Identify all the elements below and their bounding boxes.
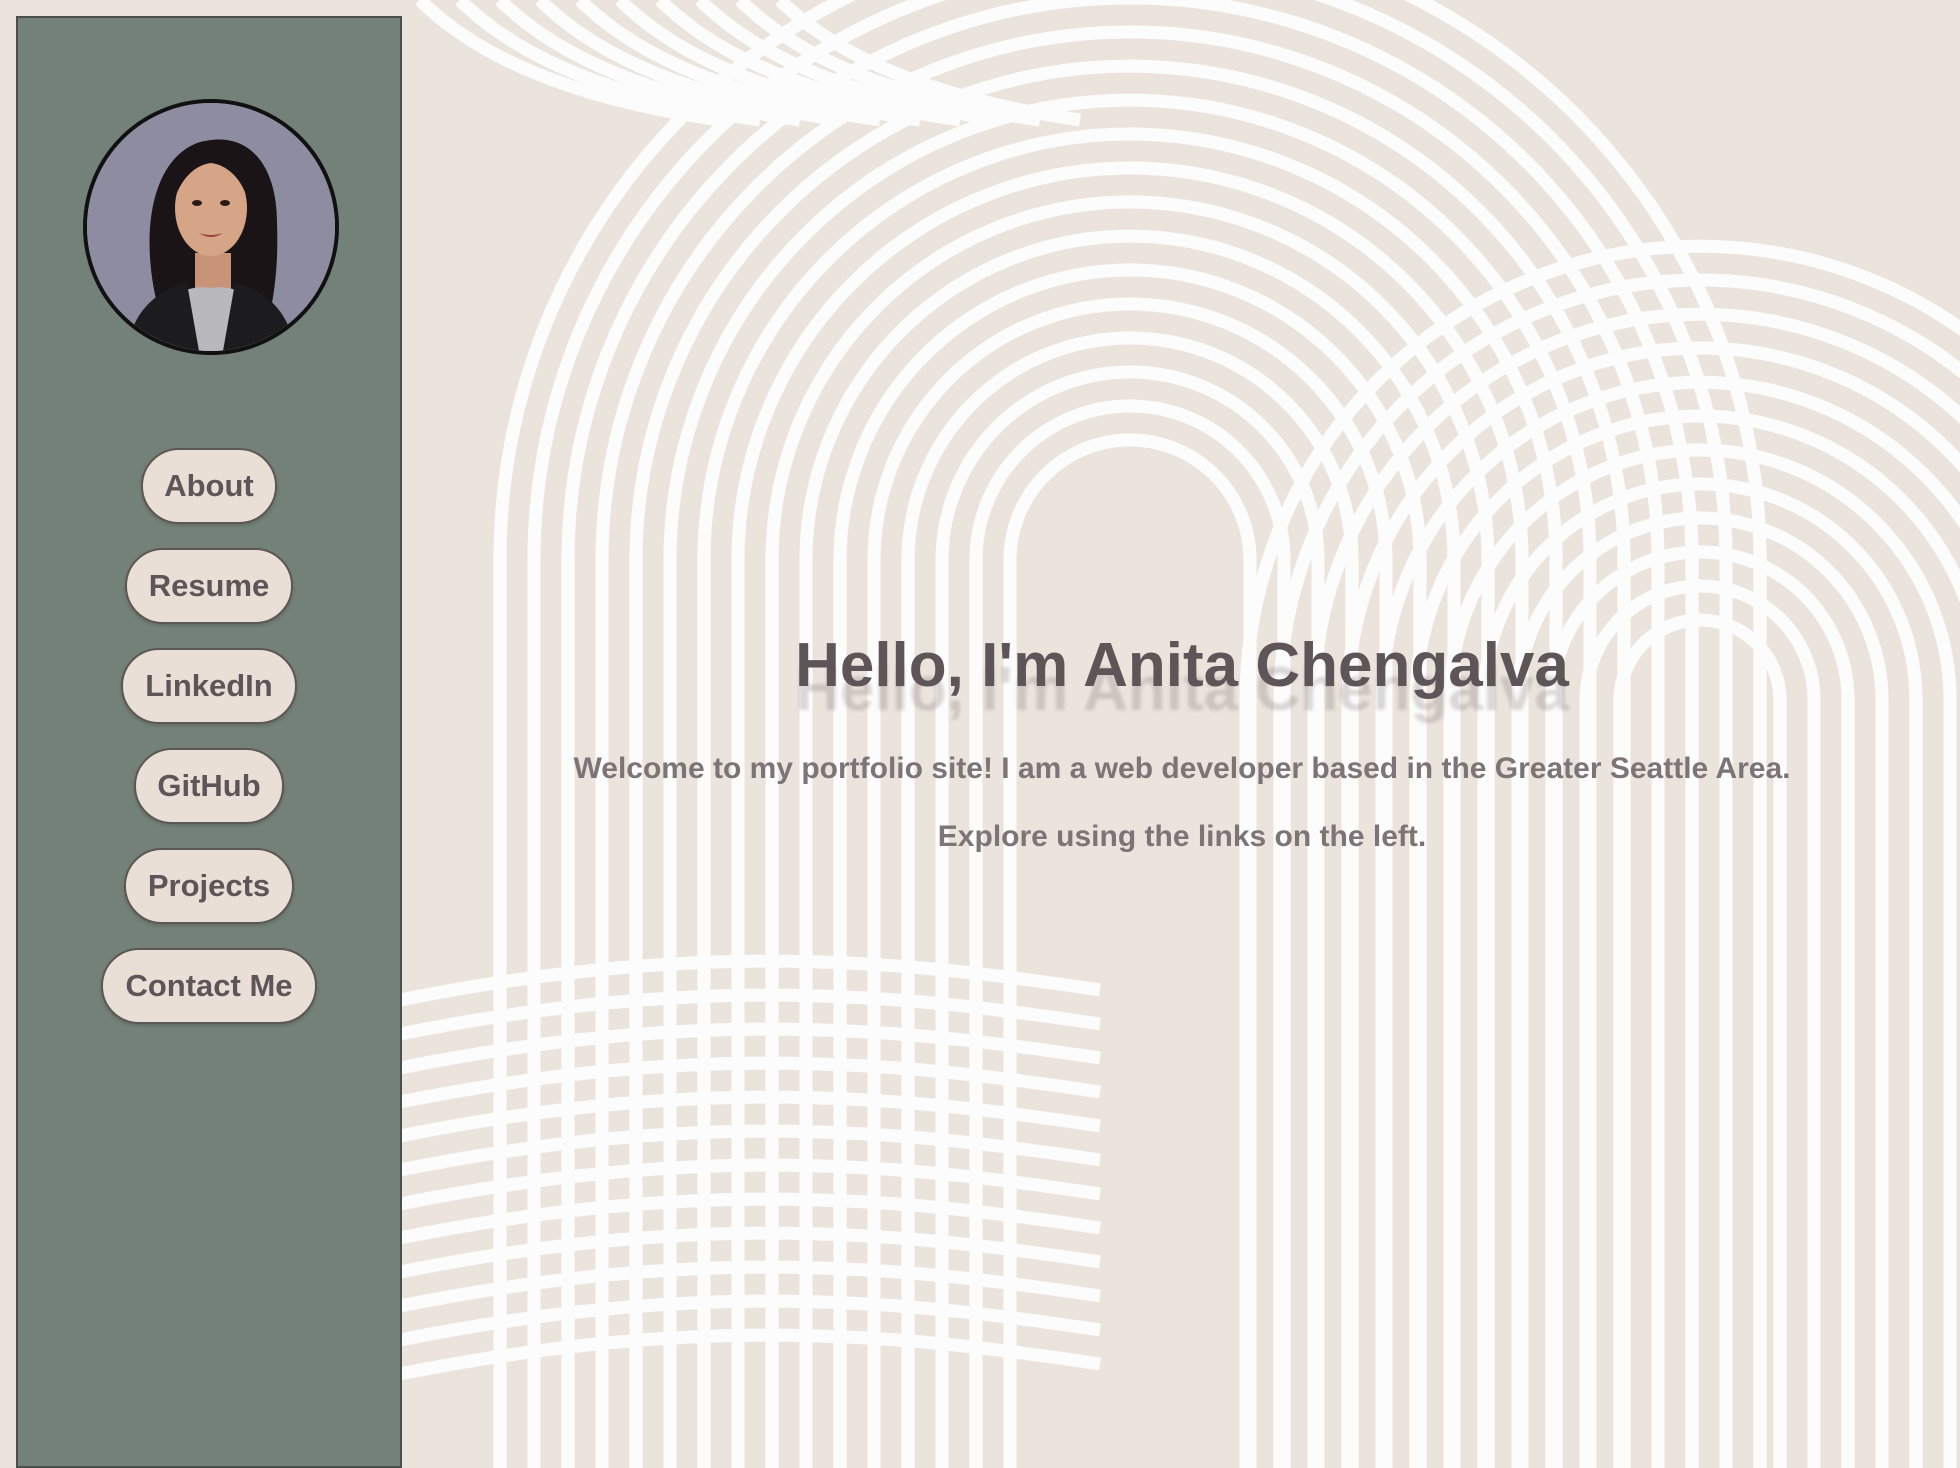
- nav-linkedin-button[interactable]: LinkedIn: [121, 648, 297, 724]
- hint-text: Explore using the links on the left.: [937, 820, 1427, 853]
- swirl-line: [833, 263, 1427, 1468]
- swirl-line: [595, 25, 1665, 1468]
- avatar: [83, 99, 339, 355]
- nav-github-button[interactable]: GitHub: [134, 748, 284, 824]
- nav-about-button[interactable]: About: [141, 448, 277, 524]
- swirl-line: [969, 399, 1291, 1468]
- profile-photo: [87, 103, 335, 351]
- page-title: Hello, I'm Anita Chengalva: [795, 631, 1569, 700]
- nav-contact-button[interactable]: Contact Me: [101, 948, 317, 1024]
- sidebar: About Resume LinkedIn GitHub Projects Co…: [16, 16, 402, 1468]
- swirl-line: [1003, 433, 1257, 1468]
- swirl-line: [935, 365, 1325, 1468]
- nav-resume-button[interactable]: Resume: [125, 548, 293, 624]
- intro-text: Welcome to my portfolio site! I am a web…: [573, 752, 1791, 785]
- sidebar-nav: About Resume LinkedIn GitHub Projects Co…: [18, 448, 400, 1048]
- nav-projects-button[interactable]: Projects: [124, 848, 294, 924]
